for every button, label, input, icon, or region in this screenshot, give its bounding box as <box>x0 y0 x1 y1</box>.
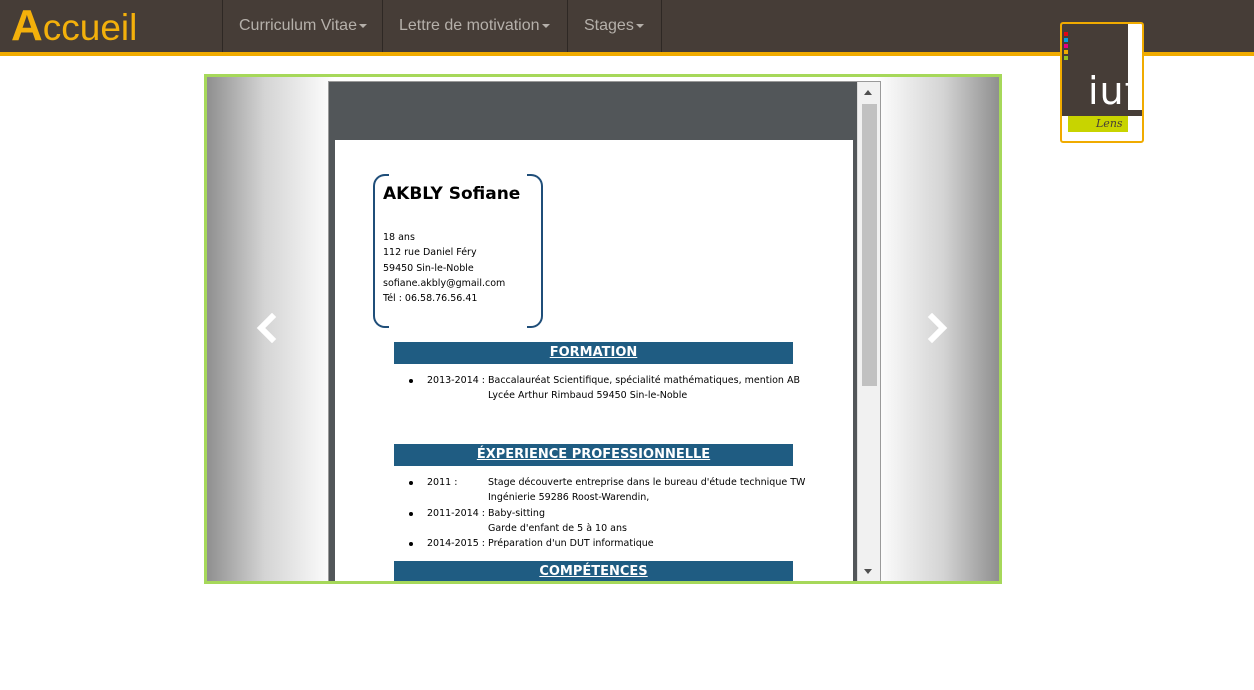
caret-down-icon <box>635 23 644 28</box>
item-desc: Stage découverte entreprise dans le bure… <box>488 477 806 488</box>
scroll-up-icon[interactable] <box>864 90 872 95</box>
section-experience: ÉXPERIENCE PROFESSIONNELLE <box>394 444 793 466</box>
logo-city: Lens <box>1096 117 1123 130</box>
item-date: 2013-2014 : <box>427 375 486 386</box>
cv-name: AKBLY Sofiane <box>383 184 521 204</box>
item-desc: Garde d'enfant de 5 à 10 ans <box>488 522 627 534</box>
bullet-icon <box>409 511 413 516</box>
cv-carousel: AKBLY Sofiane 18 ans 112 rue Daniel Féry… <box>204 74 1002 584</box>
bullet-icon <box>409 481 413 485</box>
item-desc: Lycée Arthur Rimbaud 59450 Sin-le-Noble <box>488 390 688 402</box>
scroll-down-icon[interactable] <box>864 569 872 574</box>
scroll-thumb[interactable] <box>862 104 877 386</box>
cv-page: AKBLY Sofiane 18 ans 112 rue Daniel Féry… <box>335 140 853 581</box>
section-formation: FORMATION <box>394 342 793 364</box>
cv-age: 18 ans <box>383 232 415 243</box>
identity-box: AKBLY Sofiane 18 ans 112 rue Daniel Féry… <box>373 174 543 328</box>
cv-email: sofiane.akbly@gmail.com <box>383 277 506 289</box>
cv-city: 59450 Sin-le-Noble <box>383 262 474 274</box>
caret-down-icon <box>541 23 550 28</box>
item-date: 2011-2014 : <box>427 507 486 519</box>
nav-lettre-de-motivation[interactable]: Lettre de motivation <box>382 0 567 52</box>
cv-phone: Tél : 06.58.76.56.41 <box>383 293 478 305</box>
bracket-right <box>527 174 543 328</box>
logo-word: iut <box>1088 69 1141 113</box>
chevron-left-icon[interactable] <box>253 313 283 343</box>
cv-street: 112 rue Daniel Féry <box>383 247 477 259</box>
brand-initial: A <box>11 1 43 50</box>
brand-rest: ccueil <box>42 7 138 48</box>
bullet-icon <box>409 379 413 383</box>
chevron-right-icon[interactable] <box>921 313 951 343</box>
bullet-icon <box>409 542 413 547</box>
nav-stages-label: Stages <box>584 17 634 34</box>
logo-stripe <box>1064 56 1068 60</box>
item-desc: Ingénierie 59286 Roost-Warendin, <box>488 492 650 504</box>
item-desc: Baby-sitting <box>488 507 545 519</box>
section-competences: COMPÉTENCES <box>394 561 793 581</box>
brand-link[interactable]: Accueil <box>11 4 137 50</box>
item-desc: Baccalauréat Scientifique, spécialité ma… <box>488 375 800 386</box>
nav-lettre-label: Lettre de motivation <box>399 17 540 34</box>
caret-down-icon <box>358 23 367 28</box>
logo-stripe <box>1064 32 1068 36</box>
nav-cv-label: Curriculum Vitae <box>239 17 357 34</box>
pdf-scrollbar[interactable] <box>857 82 880 581</box>
nav-stages[interactable]: Stages <box>567 0 662 52</box>
contact-info: 18 ans 112 rue Daniel Féry 59450 Sin-le-… <box>383 230 505 306</box>
pdf-viewer[interactable]: AKBLY Sofiane 18 ans 112 rue Daniel Féry… <box>328 81 881 581</box>
logo-stripe <box>1064 38 1068 42</box>
iut-lens-logo[interactable]: iut Lens <box>1060 22 1144 143</box>
item-desc: 2014-2015 : Préparation d'un DUT informa… <box>427 538 654 550</box>
item-date: 2011 : <box>427 477 458 488</box>
logo-stripe <box>1064 44 1068 48</box>
nav-curriculum-vitae[interactable]: Curriculum Vitae <box>222 0 382 52</box>
logo-stripe <box>1064 50 1068 54</box>
